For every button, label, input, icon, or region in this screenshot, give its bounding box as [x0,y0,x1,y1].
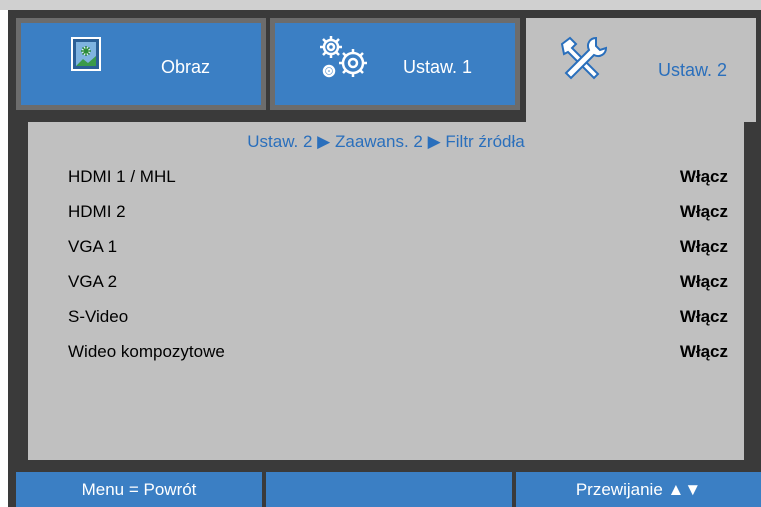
list-item[interactable]: Wideo kompozytowe Włącz [68,342,728,370]
item-label: HDMI 1 / MHL [68,167,176,186]
tab-label: Ustaw. 1 [403,57,473,77]
item-value[interactable]: Włącz [680,307,728,327]
osd-menu: Obraz Ustaw. 1 Ustaw. 2 Ustaw. 2 ▶ Zaawa… [8,10,761,507]
item-label: HDMI 2 [68,202,126,221]
item-label: S-Video [68,307,129,326]
tab-label: Ustaw. 2 [658,60,728,80]
gears-icon [317,33,373,86]
item-label: VGA 2 [68,272,118,291]
tab-label: Obraz [161,57,211,77]
item-label: VGA 1 [68,237,118,256]
tab-obraz[interactable]: Obraz [16,18,266,110]
item-value[interactable]: Włącz [680,202,728,222]
list-item[interactable]: HDMI 1 / MHL Włącz [68,167,728,195]
list-item[interactable]: VGA 2 Włącz [68,272,728,300]
picture-icon [71,37,101,76]
list-item[interactable]: HDMI 2 Włącz [68,202,728,230]
item-value[interactable]: Włącz [680,272,728,292]
top-strip [0,0,761,10]
item-label: Wideo kompozytowe [68,342,225,361]
list-item[interactable]: VGA 1 Włącz [68,237,728,265]
item-value[interactable]: Włącz [680,237,728,257]
footer-scroll-hint: Przewijanie ▲▼ [516,472,761,507]
tab-ustaw-1[interactable]: Ustaw. 1 [270,18,520,110]
item-value[interactable]: Włącz [680,167,728,187]
footer-middle [266,472,512,507]
breadcrumb: Ustaw. 2 ▶ Zaawans. 2 ▶ Filtr źródła [247,132,525,151]
tab-ustaw-2[interactable]: Ustaw. 2 [526,18,756,122]
item-value[interactable]: Włącz [680,342,728,362]
divider [8,466,761,470]
settings-panel: Ustaw. 2 ▶ Zaawans. 2 ▶ Filtr źródła HDM… [28,122,744,460]
footer-back-hint: Menu = Powrót [16,472,262,507]
tools-icon [556,34,610,89]
list-item[interactable]: S-Video Włącz [68,307,728,335]
